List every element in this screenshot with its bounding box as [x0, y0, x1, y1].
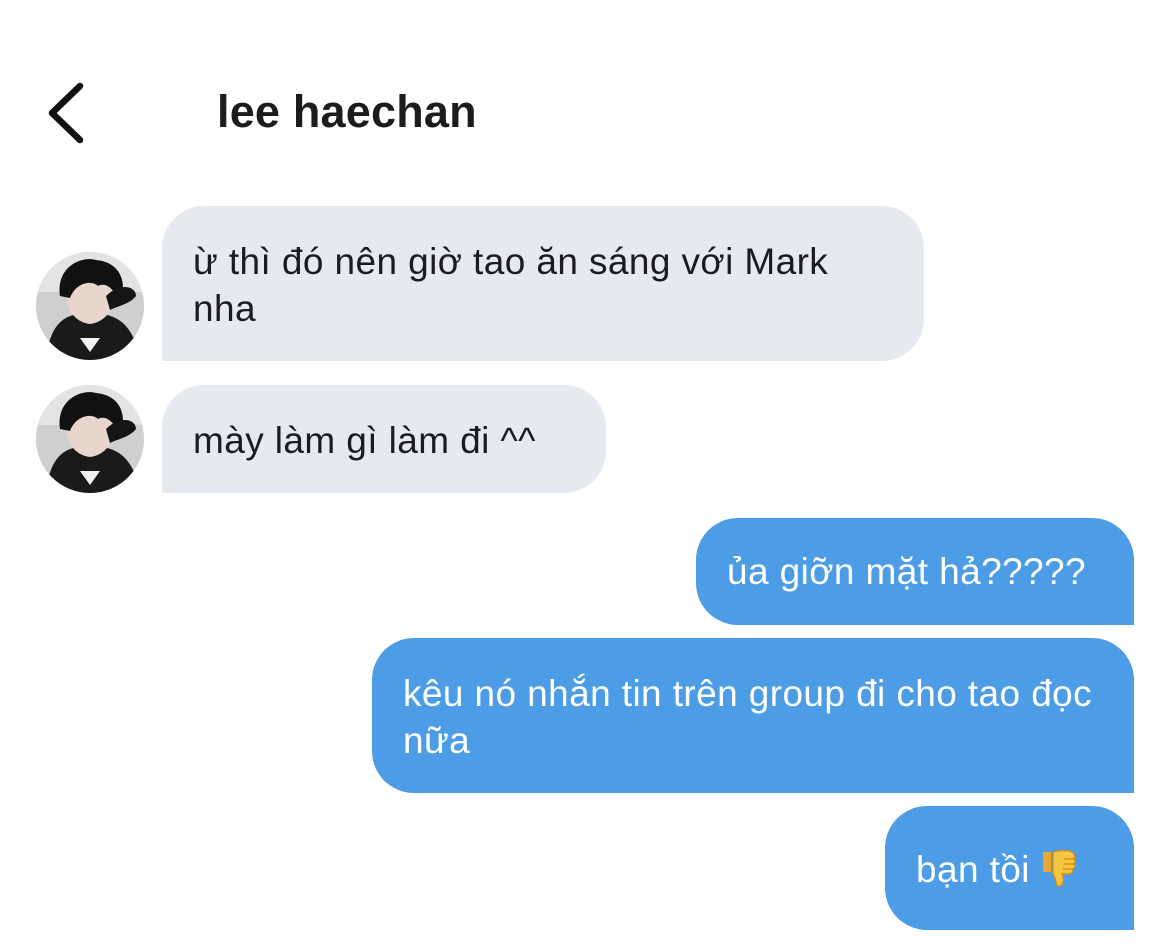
contact-avatar[interactable] [36, 252, 144, 360]
message-text: kêu nó nhắn tin trên group đi cho tao đọ… [403, 673, 1093, 761]
outgoing-message-bubble[interactable]: ủa giỡn mặt hả????? [696, 518, 1134, 625]
message-text: bạn tồi [916, 849, 1030, 890]
back-button[interactable] [40, 78, 92, 148]
message-text: ủa giỡn mặt hả????? [727, 551, 1086, 592]
thumbs-down-icon [1040, 848, 1078, 899]
chat-header: lee haechan [0, 0, 1169, 190]
incoming-message-bubble[interactable]: mày làm gì làm đi ^^ [162, 385, 606, 493]
contact-avatar[interactable] [36, 385, 144, 493]
message-text: mày làm gì làm đi ^^ [193, 420, 536, 461]
outgoing-message-bubble[interactable]: bạn tồi [885, 806, 1134, 930]
chat-screen: lee haechan ừ thì đó nên giờ tao ăn sáng… [0, 0, 1169, 947]
contact-name[interactable]: lee haechan [217, 84, 477, 140]
chevron-left-icon [48, 82, 84, 144]
outgoing-message-bubble[interactable]: kêu nó nhắn tin trên group đi cho tao đọ… [372, 638, 1134, 793]
incoming-message-bubble[interactable]: ừ thì đó nên giờ tao ăn sáng với Mark nh… [162, 206, 924, 361]
message-text: ừ thì đó nên giờ tao ăn sáng với Mark nh… [193, 241, 829, 329]
